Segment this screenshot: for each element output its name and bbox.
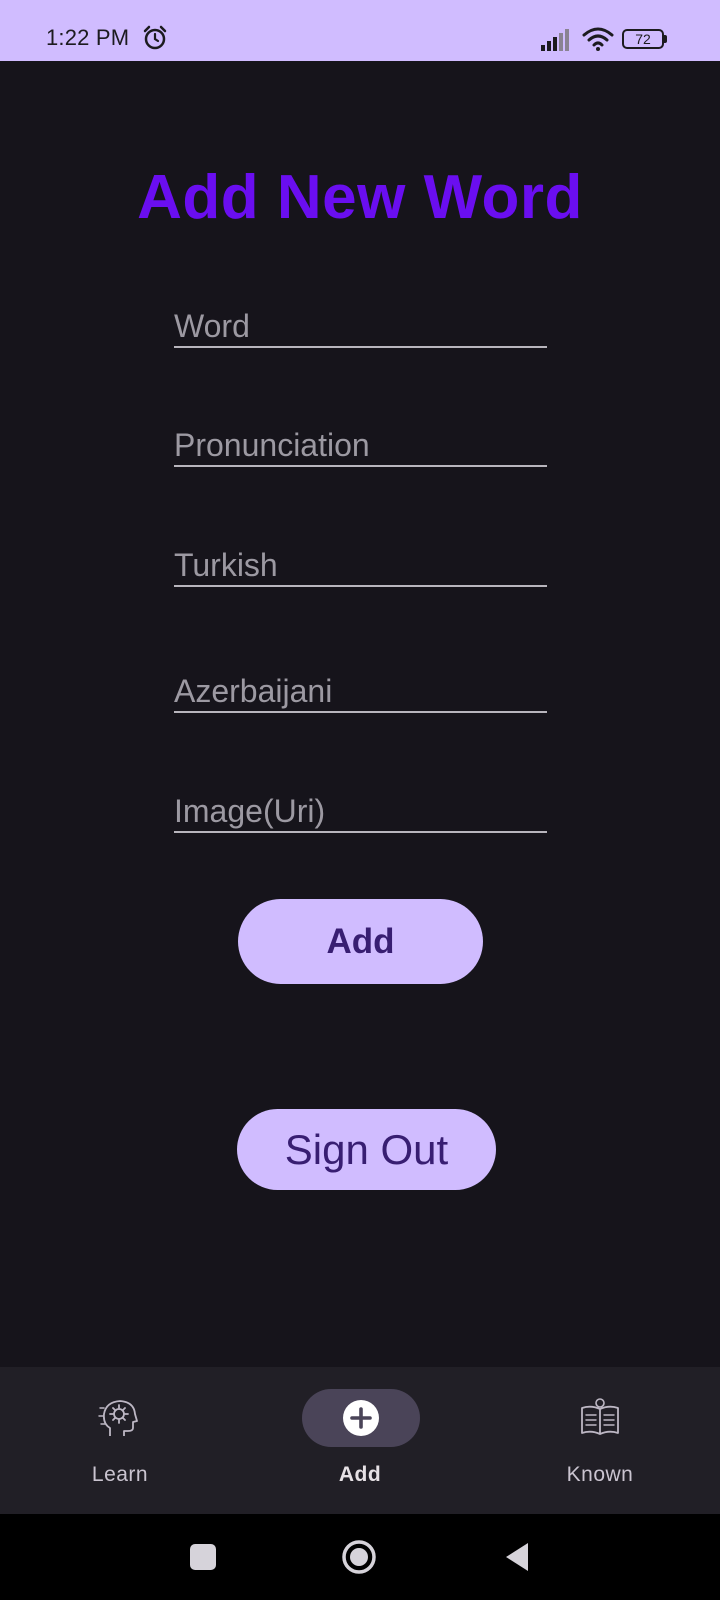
bottom-navigation: Learn Add Known [0,1367,720,1514]
turkish-field[interactable] [174,545,547,587]
back-icon[interactable] [500,1539,536,1575]
word-input[interactable] [174,306,547,346]
system-navigation-bar [0,1514,720,1600]
nav-label-known: Known [566,1463,634,1486]
open-book-icon [581,1398,619,1435]
battery-level: 72 [622,29,664,49]
azerbaijani-field[interactable] [174,671,547,713]
status-time: 1:22 PM [46,25,130,50]
pronunciation-input[interactable] [174,425,547,465]
nav-label-learn: Learn [91,1463,149,1486]
nav-icon-container [61,1389,179,1447]
brain-gear-icon [98,1400,138,1436]
status-bar: 1:22 PM 72 [0,0,720,61]
recent-apps-icon[interactable] [185,1539,221,1575]
battery-tip [664,35,667,43]
azerbaijani-input[interactable] [174,671,547,711]
nav-selected-pill [302,1389,420,1447]
word-field[interactable] [174,306,547,348]
pronunciation-field[interactable] [174,425,547,467]
plus-circle-icon [343,1400,379,1436]
image-uri-input[interactable] [174,791,547,831]
page-title: Add New Word [137,163,583,232]
nav-icon-container [541,1389,659,1447]
nav-label-add: Add [338,1463,382,1486]
add-button[interactable]: Add [238,899,483,984]
signal-icon [541,29,569,51]
nav-item-known[interactable]: Known [480,1367,720,1514]
alarm-icon [143,25,167,50]
nav-item-learn[interactable]: Learn [0,1367,240,1514]
home-icon[interactable] [341,1539,377,1575]
battery-icon: 72 [622,29,668,49]
turkish-input[interactable] [174,545,547,585]
sign-out-button[interactable]: Sign Out [237,1109,496,1190]
image-uri-field[interactable] [174,791,547,833]
wifi-icon [582,27,614,51]
nav-item-add[interactable]: Add [240,1367,480,1514]
